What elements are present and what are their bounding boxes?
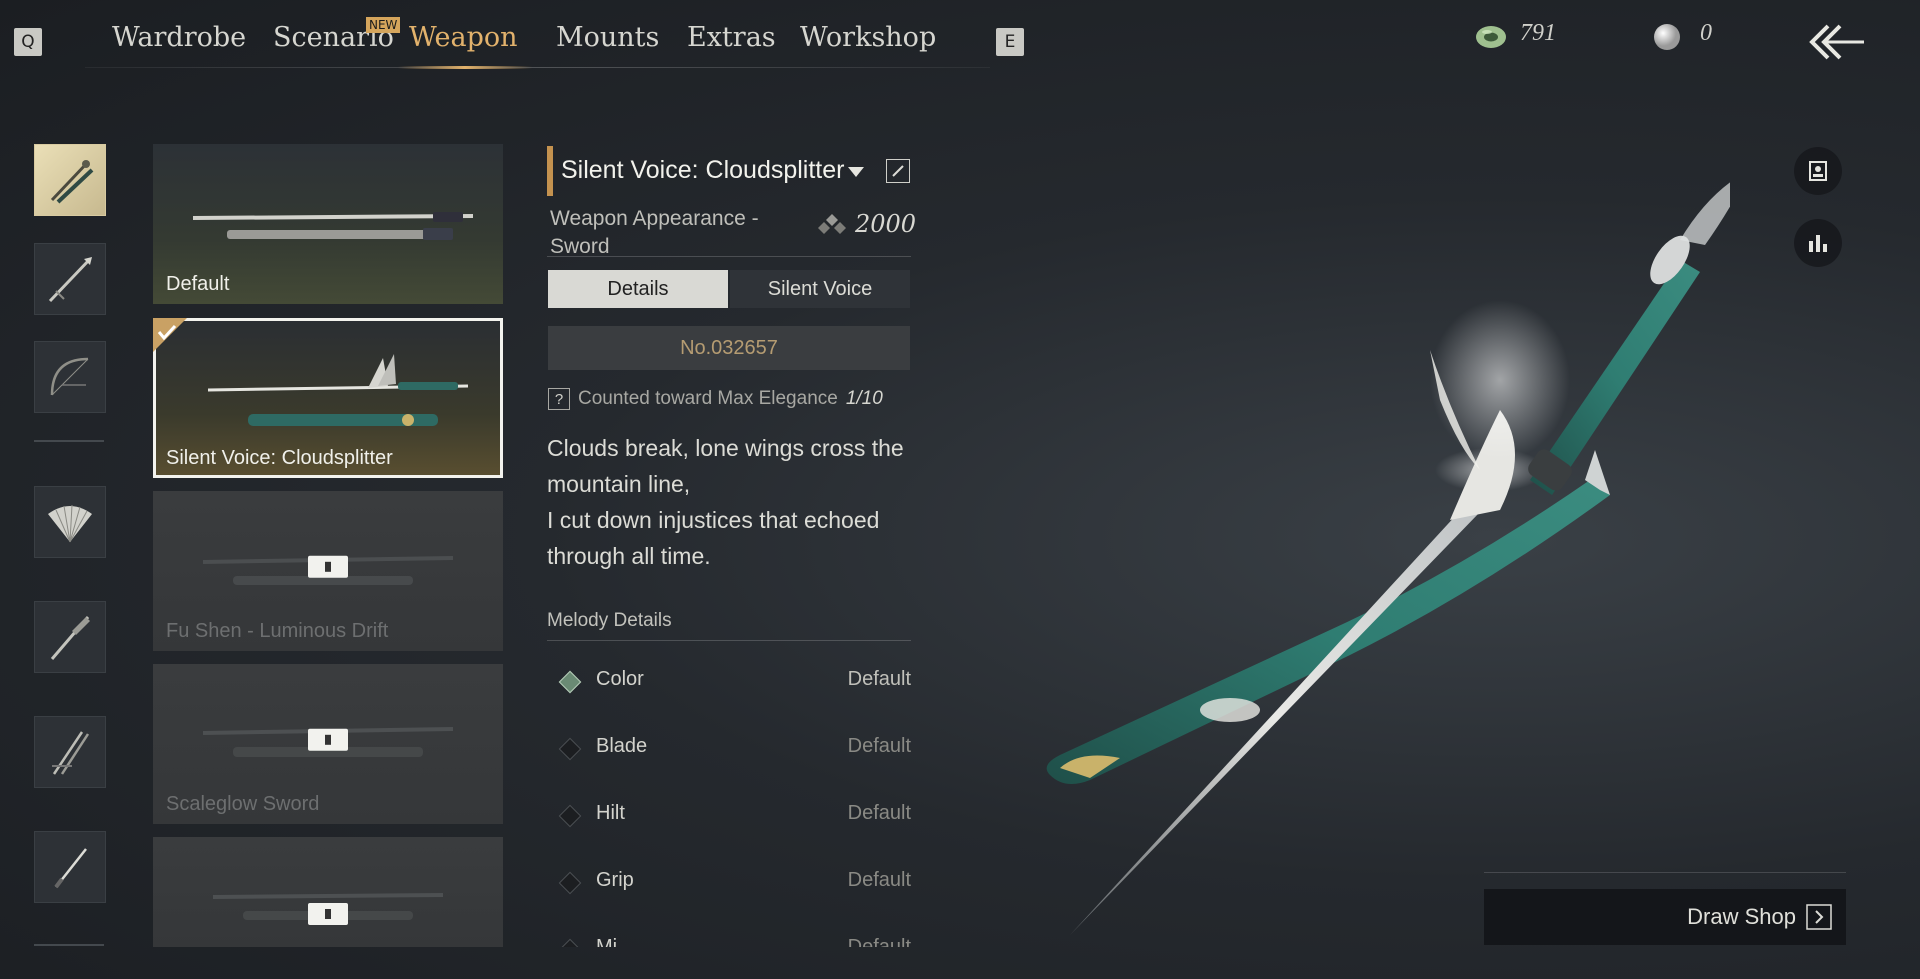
divider (1484, 872, 1846, 873)
rail-divider (34, 440, 104, 442)
portrait-icon (1809, 161, 1827, 181)
lock-icon (308, 725, 348, 757)
dropdown-triangle-icon[interactable] (846, 164, 866, 183)
active-tab-indicator (398, 66, 532, 69)
dual-blades-icon (52, 731, 90, 775)
part-value: Default (847, 735, 911, 757)
category-bow[interactable] (34, 341, 106, 413)
serial-number: No.032657 (548, 326, 910, 370)
tab-workshop[interactable]: Workshop (800, 22, 936, 53)
twin-blade-icon (50, 160, 94, 204)
tab-wardrobe[interactable]: Wardrobe (112, 22, 246, 53)
weapon-preview-cloudsplitter (208, 354, 469, 426)
lock-icon (308, 899, 348, 931)
weapon-card-fu-shen[interactable]: Fu Shen - Luminous Drift (153, 491, 503, 651)
pearl-currency-amount: 0 (1700, 20, 1712, 46)
draw-shop-label: Draw Shop (1687, 904, 1796, 929)
part-name: Color (596, 668, 644, 690)
bow-icon (50, 357, 89, 396)
weapon-price: 2000 (855, 210, 917, 238)
arrow-box-icon (1806, 904, 1832, 930)
elegance-value: 1/10 (845, 388, 883, 409)
tab-silent-voice[interactable]: Silent Voice (730, 270, 910, 308)
umbrella-sword-icon (50, 616, 90, 660)
dagger-icon (54, 848, 87, 889)
back-arrow-icon[interactable] (1808, 22, 1866, 66)
rail-divider-bottom (34, 944, 104, 946)
poem-line: Clouds break, lone wings cross the mount… (547, 435, 904, 497)
weapon-name: Default (166, 273, 230, 295)
part-row-hilt[interactable]: Hilt Default (547, 796, 911, 836)
weapon-card-cloudsplitter[interactable]: Silent Voice: Cloudsplitter (153, 318, 503, 478)
edit-icon[interactable] (886, 159, 910, 183)
category-spear[interactable] (34, 243, 106, 315)
title-accent (547, 146, 553, 196)
new-badge: NEW (366, 17, 401, 33)
pearl-icon (1652, 22, 1682, 56)
part-name: Hilt (596, 802, 625, 824)
category-umbrella-sword[interactable] (34, 601, 106, 673)
weapon-showcase (1046, 182, 1730, 935)
tab-weapon[interactable]: Weapon (409, 22, 518, 53)
weapon-card-default[interactable]: Default (153, 144, 503, 304)
category-fan[interactable] (34, 486, 106, 558)
jade-currency-amount: 791 (1520, 20, 1556, 46)
part-name: Grip (596, 869, 634, 891)
bar-chart-icon (1809, 235, 1827, 252)
part-diamond-icon (558, 804, 582, 828)
category-twin-blade[interactable] (34, 144, 106, 216)
weapon-title: Silent Voice: Cloudsplitter (561, 156, 845, 184)
part-row-grip[interactable]: Grip Default (547, 863, 911, 903)
part-row-blade[interactable]: Blade Default (547, 729, 911, 769)
weapon-type: Weapon Appearance - Sword (550, 207, 759, 258)
weapon-name: Silent Voice: Cloudsplitter (166, 447, 393, 469)
part-value: Default (847, 802, 911, 824)
part-value: Default (847, 869, 911, 891)
tab-details[interactable]: Details (548, 270, 728, 308)
part-name: Mi (596, 936, 618, 947)
tab-mounts[interactable]: Mounts (556, 22, 659, 53)
weapon-card-locked[interactable] (153, 837, 503, 947)
lock-icon (308, 552, 348, 584)
category-dagger[interactable] (34, 831, 106, 903)
part-value: Default (847, 668, 911, 690)
spear-icon (48, 257, 92, 303)
jade-coin-icon (1474, 22, 1508, 56)
category-dual-blades[interactable] (34, 716, 106, 788)
fan-icon (48, 504, 92, 543)
weapon-name: Fu Shen - Luminous Drift (166, 620, 389, 642)
poem-line: I cut down injustices that echoed throug… (547, 507, 880, 569)
weapon-preview-default (193, 212, 474, 240)
part-diamond-icon (558, 670, 582, 694)
elegance-label: Counted toward Max Elegance (578, 388, 838, 409)
weapon-card-scaleglow[interactable]: Scaleglow Sword (153, 664, 503, 824)
selected-check-icon (153, 318, 193, 362)
nav-divider (85, 67, 990, 68)
weapon-description: Clouds break, lone wings cross the mount… (547, 430, 917, 574)
part-diamond-icon (558, 737, 582, 761)
part-diamond-icon (558, 871, 582, 895)
part-value: Default (847, 936, 911, 947)
help-icon[interactable]: ? (548, 388, 570, 410)
tab-extras[interactable]: Extras (687, 22, 776, 53)
stats-button[interactable] (1794, 219, 1842, 267)
prev-tab-key[interactable]: Q (14, 28, 42, 56)
part-row-partial[interactable]: Mi Default (547, 930, 911, 947)
draw-shop-button[interactable]: Draw Shop (1484, 889, 1846, 945)
divider (547, 256, 911, 257)
melody-details-heading: Melody Details (547, 610, 672, 631)
diamond-currency-icon (818, 212, 846, 242)
part-row-color[interactable]: Color Default (547, 662, 911, 702)
divider (547, 640, 911, 641)
part-diamond-icon (558, 938, 582, 947)
next-tab-key[interactable]: E (996, 28, 1024, 56)
elegance-counter: ? Counted toward Max Elegance 1/10 (548, 388, 883, 410)
part-name: Blade (596, 735, 648, 757)
weapon-name: Scaleglow Sword (166, 793, 320, 815)
portrait-toggle-button[interactable] (1794, 147, 1842, 195)
